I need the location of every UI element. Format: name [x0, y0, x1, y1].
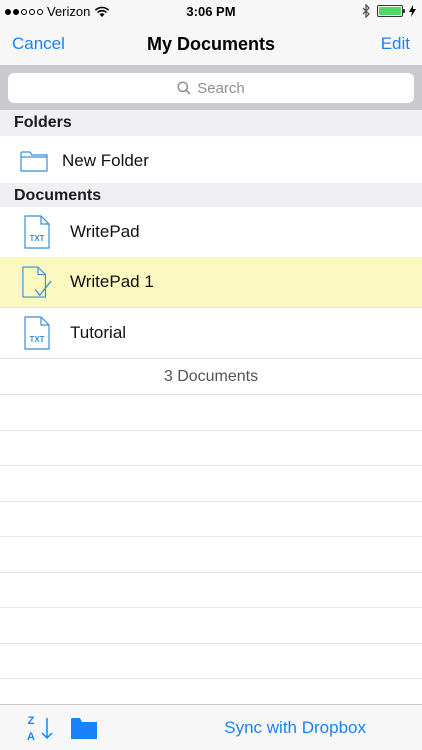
navigation-bar: Cancel My Documents Edit	[0, 22, 422, 66]
document-label: Tutorial	[70, 323, 127, 342]
page-title: My Documents	[146, 34, 276, 54]
status-right	[362, 4, 416, 18]
checked-file-icon	[22, 264, 52, 300]
folder-row-new-folder[interactable]: New Folder	[0, 136, 422, 187]
folders-section-header: Folders	[0, 110, 422, 136]
status-bar: Verizon 3:06 PM	[0, 0, 422, 22]
empty-row-divider	[0, 536, 422, 537]
empty-row-divider	[0, 465, 422, 466]
empty-row-divider	[0, 430, 422, 431]
folder-label: New Folder	[62, 151, 149, 170]
txt-file-icon: TXT	[22, 315, 52, 351]
charging-icon	[409, 5, 416, 17]
edit-button[interactable]: Edit	[381, 34, 410, 54]
empty-row-divider	[0, 607, 422, 608]
search-bar: Search	[0, 66, 422, 110]
search-input[interactable]: Search	[8, 73, 414, 103]
battery-level	[379, 7, 401, 15]
sort-button[interactable]: Z A	[26, 713, 56, 743]
sort-descending-icon: Z A	[27, 715, 53, 743]
folder-button[interactable]	[70, 716, 98, 740]
battery-icon	[377, 5, 405, 17]
sort-bottom-letter: A	[27, 731, 35, 743]
bottom-toolbar: Z A Sync with Dropbox	[0, 704, 422, 750]
document-label: WritePad 1	[70, 272, 154, 291]
documents-section-header: Documents	[0, 183, 422, 209]
folder-icon	[71, 718, 97, 739]
document-row-tutorial[interactable]: TXT Tutorial	[0, 308, 422, 359]
txt-badge: TXT	[29, 335, 44, 344]
document-row-writepad-1[interactable]: WritePad 1	[0, 257, 422, 308]
sort-top-letter: Z	[28, 715, 35, 727]
sync-dropbox-button[interactable]: Sync with Dropbox	[224, 718, 366, 738]
bluetooth-icon	[362, 4, 370, 18]
txt-file-icon: TXT	[22, 214, 52, 250]
document-label: WritePad	[70, 222, 140, 241]
document-count: 3 Documents	[0, 359, 422, 395]
document-row-writepad[interactable]: TXT WritePad	[0, 207, 422, 258]
empty-row-divider	[0, 501, 422, 502]
folder-icon	[20, 143, 48, 179]
empty-row-divider	[0, 572, 422, 573]
txt-badge: TXT	[29, 234, 44, 243]
search-icon	[177, 81, 191, 95]
empty-row-divider	[0, 678, 422, 679]
status-time: 3:06 PM	[186, 4, 236, 19]
empty-row-divider	[0, 643, 422, 644]
search-placeholder: Search	[197, 79, 245, 97]
